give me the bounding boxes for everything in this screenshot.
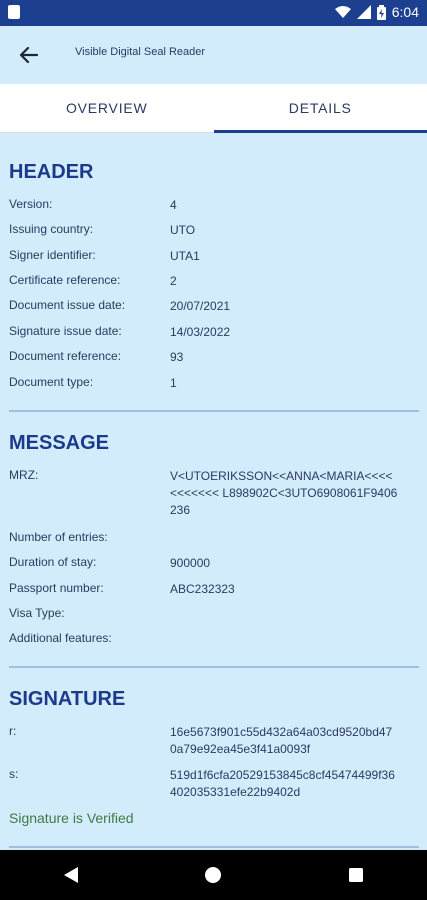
tab-details[interactable]: DETAILS bbox=[213, 84, 427, 133]
triangle-back-icon bbox=[64, 867, 79, 883]
app-bar: Visible Digital Seal Reader bbox=[0, 26, 427, 84]
wifi-icon bbox=[334, 6, 351, 18]
app-title: Visible Digital Seal Reader bbox=[75, 46, 206, 58]
status-bar: 6:04 bbox=[0, 0, 427, 26]
tab-bar: OVERVIEW DETAILS bbox=[0, 84, 427, 133]
signature-section-title: SIGNATURE bbox=[9, 688, 126, 710]
square-recents-icon bbox=[348, 868, 363, 882]
signature-status: Signature is Verified bbox=[9, 810, 134, 826]
back-button[interactable] bbox=[14, 40, 44, 70]
circle-home-icon bbox=[205, 867, 222, 883]
status-time: 6:04 bbox=[391, 4, 419, 20]
tab-overview[interactable]: OVERVIEW bbox=[0, 84, 214, 132]
signal-icon bbox=[356, 5, 371, 19]
nav-back-button[interactable] bbox=[41, 855, 101, 895]
system-nav-bar bbox=[0, 850, 427, 900]
notification-icon bbox=[8, 5, 20, 19]
arrow-back-icon bbox=[19, 46, 39, 64]
nav-home-button[interactable] bbox=[183, 855, 243, 895]
section-divider bbox=[9, 410, 419, 412]
header-section-title: HEADER bbox=[9, 161, 94, 183]
battery-icon bbox=[376, 4, 386, 20]
nav-recents-button[interactable] bbox=[326, 855, 386, 895]
section-divider bbox=[9, 846, 419, 848]
message-section-title: MESSAGE bbox=[9, 432, 110, 454]
section-divider bbox=[9, 666, 419, 668]
details-content[interactable]: HEADER Version: 4 Issuing country: UTO S… bbox=[0, 133, 427, 850]
status-icons: 6:04 bbox=[334, 4, 419, 20]
